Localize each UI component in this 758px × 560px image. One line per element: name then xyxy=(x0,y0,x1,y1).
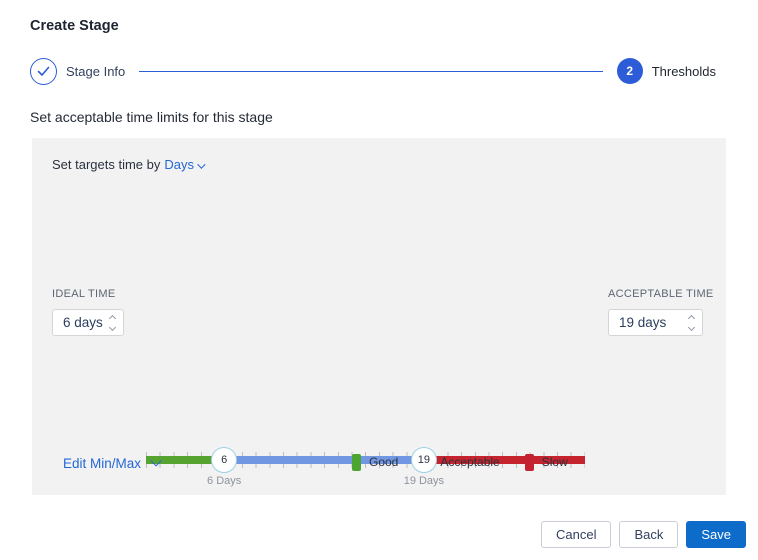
step-label-stage-info: Stage Info xyxy=(66,63,126,79)
stepper: Stage Info 2 Thresholds xyxy=(30,57,716,85)
dialog-footer: Cancel Back Save xyxy=(540,521,746,548)
page-title: Create Stage xyxy=(30,18,119,34)
target-time-unit-dropdown[interactable]: Days xyxy=(164,157,206,172)
acceptable-time-stepper[interactable] xyxy=(687,314,695,331)
legend-item-good: Good xyxy=(352,453,399,471)
ideal-time-label: IDEAL TIME xyxy=(52,288,116,300)
target-time-unit-row: Set targets time by Days xyxy=(52,157,206,172)
ideal-time-stepper[interactable] xyxy=(108,314,116,331)
legend-item-slow: Slow xyxy=(524,453,568,471)
save-button[interactable]: Save xyxy=(686,521,746,548)
target-time-unit-prefix: Set targets time by xyxy=(52,157,161,172)
legend-swatch-good xyxy=(352,453,361,471)
step-number-badge: 2 xyxy=(616,58,643,84)
step-complete-circle xyxy=(30,57,57,85)
stepper-step-stage-info[interactable]: Stage Info xyxy=(30,57,126,85)
chevron-down-icon xyxy=(197,160,206,169)
stepper-down-icon[interactable] xyxy=(108,323,116,331)
edit-minmax-label: Edit Min/Max xyxy=(63,455,142,471)
slider-legend: Good Acceptable Slow xyxy=(352,452,568,472)
back-button[interactable]: Back xyxy=(619,521,679,548)
section-heading: Set acceptable time limits for this stag… xyxy=(30,109,273,125)
stepper-connector-line xyxy=(139,70,603,72)
stepper-up-icon[interactable] xyxy=(108,314,116,322)
acceptable-time-value: 19 days xyxy=(619,315,667,330)
slider-handle-ideal[interactable]: 6 xyxy=(211,447,238,473)
legend-label-good: Good xyxy=(369,455,399,469)
slider-handle-acceptable[interactable]: 19 xyxy=(410,447,437,473)
stepper-step-thresholds[interactable]: 2 Thresholds xyxy=(616,58,716,84)
legend-swatch-slow xyxy=(524,453,534,471)
acceptable-time-label: ACCEPTABLE TIME xyxy=(608,288,714,300)
stepper-down-icon[interactable] xyxy=(687,323,695,331)
target-time-unit-value: Days xyxy=(164,157,195,172)
acceptable-time-input[interactable]: 19 days xyxy=(608,309,703,336)
ideal-time-input[interactable]: 6 days xyxy=(52,309,124,336)
step-label-thresholds: Thresholds xyxy=(651,63,716,79)
legend-label-slow: Slow xyxy=(541,455,568,469)
thresholds-panel: Set targets time by Days IDEAL TIME 6 da… xyxy=(32,138,726,495)
edit-minmax-link[interactable]: Edit Min/Max xyxy=(63,454,162,472)
slider-handle-label-ideal: 6 Days xyxy=(207,475,242,487)
legend-label-acceptable: Acceptable xyxy=(440,455,500,469)
cancel-button[interactable]: Cancel xyxy=(540,521,612,548)
stepper-up-icon[interactable] xyxy=(687,314,695,322)
ideal-time-value: 6 days xyxy=(63,315,103,330)
slider-handle-label-acceptable: 19 Days xyxy=(403,475,445,487)
check-icon xyxy=(37,66,50,76)
